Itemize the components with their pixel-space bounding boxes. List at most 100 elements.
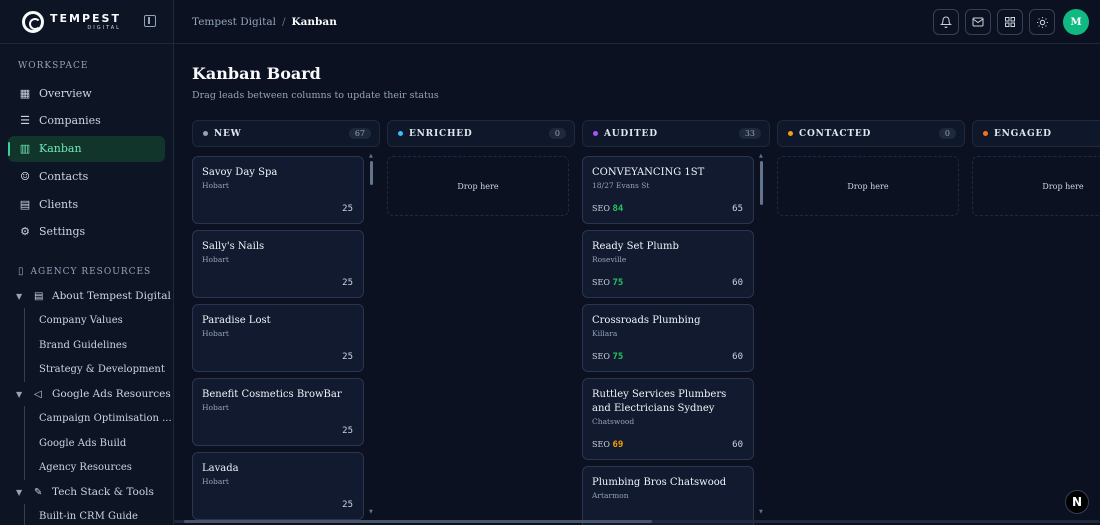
status-dot-icon: [983, 131, 988, 136]
topbar: Tempest Digital / Kanban M: [174, 0, 1100, 44]
card-score: 25: [342, 500, 353, 510]
lead-card[interactable]: Ready Set Plumb Roseville SEO 75 60: [582, 230, 754, 298]
card-location: Hobart: [202, 403, 229, 412]
tree-label: Tech Stack & Tools: [52, 486, 154, 499]
card-name: Sally's Nails: [202, 241, 265, 252]
card-name: CONVEYANCING 1ST: [592, 167, 705, 178]
sidebar-item-settings[interactable]: ⚙ Settings: [8, 219, 165, 245]
scroll-thumb[interactable]: [184, 520, 652, 523]
column-title: ENGAGED: [994, 128, 1052, 139]
card-location: Hobart: [202, 477, 229, 486]
lead-card[interactable]: Ruttley Services Plumbers and Electricia…: [582, 378, 754, 460]
board-horizontal-scrollbar[interactable]: [174, 520, 1100, 523]
sidebar-item-label: Settings: [39, 225, 86, 239]
column-title: AUDITED: [604, 128, 658, 139]
tree-child[interactable]: Google Ads Build: [24, 430, 173, 456]
tree-tech[interactable]: ▼ ✎ Tech Stack & Tools: [0, 480, 173, 505]
drop-zone[interactable]: Drop here: [387, 156, 569, 216]
breadcrumb-separator: /: [281, 15, 286, 28]
sidebar-collapse-icon[interactable]: [144, 15, 156, 27]
scroll-down-icon[interactable]: ▼: [759, 509, 763, 515]
column-header: AUDITED 33: [582, 120, 770, 147]
sidebar-item-label: Clients: [39, 197, 79, 211]
column-body[interactable]: CONVEYANCING 1ST 18/27 Evans St SEO 84 6…: [582, 153, 770, 525]
breadcrumb-current: Kanban: [291, 15, 337, 28]
column-body[interactable]: Drop here: [972, 156, 1100, 516]
tree-child[interactable]: Company Values: [24, 308, 173, 333]
mail-icon[interactable]: [965, 9, 991, 35]
tempest-logo-icon: [22, 10, 44, 33]
card-name: Ruttley Services Plumbers and Electricia…: [592, 389, 727, 414]
lead-card[interactable]: Sally's Nails Hobart 25: [192, 230, 364, 298]
drop-zone[interactable]: Drop here: [777, 156, 959, 216]
book-icon: ▯: [18, 266, 25, 278]
scroll-down-icon[interactable]: ▼: [369, 509, 373, 515]
card-name: Savoy Day Spa: [202, 167, 278, 178]
sidebar-item-companies[interactable]: ☰ Companies: [8, 108, 165, 134]
drop-zone[interactable]: Drop here: [972, 156, 1100, 216]
lead-card[interactable]: Plumbing Bros Chatswood Artarmon: [582, 466, 754, 525]
tree-child[interactable]: Built-in CRM Guide: [24, 504, 173, 525]
megaphone-icon: ◁: [34, 388, 42, 400]
column-title: ENRICHED: [409, 128, 473, 139]
tree-child[interactable]: Brand Guidelines: [24, 332, 173, 358]
brand[interactable]: TEMPEST DIGITAL: [0, 0, 173, 44]
lead-card[interactable]: Savoy Day Spa Hobart 25: [192, 156, 364, 224]
column-count: 33: [738, 128, 761, 139]
sidebar-item-contacts[interactable]: ☺ Contacts: [8, 163, 165, 189]
scroll-thumb[interactable]: [760, 161, 763, 205]
column-body[interactable]: Drop here: [777, 156, 965, 516]
card-score: 65: [732, 204, 743, 214]
sidebar-item-clients[interactable]: ▤ Clients: [8, 191, 165, 217]
column-body[interactable]: Savoy Day Spa Hobart 25 Sally's Nails Ho…: [192, 153, 380, 520]
chevron-down-icon: ▼: [16, 389, 23, 399]
breadcrumb-parent[interactable]: Tempest Digital: [192, 16, 276, 28]
bell-icon[interactable]: [933, 9, 959, 35]
seo-score: SEO 75: [592, 352, 623, 362]
sidebar-item-label: Contacts: [39, 169, 89, 183]
tree-child[interactable]: Strategy & Development: [24, 357, 173, 382]
tree-about[interactable]: ▼ ▤ About Tempest Digital: [0, 284, 173, 309]
tree-google[interactable]: ▼ ◁ Google Ads Resources: [0, 382, 173, 407]
lead-card[interactable]: Benefit Cosmetics BrowBar Hobart 25: [192, 378, 364, 446]
brand-name: TEMPEST: [50, 11, 121, 25]
scroll-up-icon[interactable]: ▲: [369, 153, 373, 159]
building-icon: ▤: [34, 290, 44, 302]
column-contacted: CONTACTED 0 Drop here: [777, 120, 965, 516]
nextjs-badge-icon[interactable]: N: [1065, 490, 1089, 514]
lead-card[interactable]: Paradise Lost Hobart 25: [192, 304, 364, 372]
tree-label: Google Ads Resources: [52, 388, 171, 401]
sidebar-item-label: Kanban: [39, 142, 82, 156]
tree-child[interactable]: Campaign Optimisation ...: [24, 406, 173, 431]
column-scrollbar[interactable]: ▲ ▼: [369, 153, 374, 515]
column-body[interactable]: Drop here: [387, 156, 575, 516]
sidebar-item-overview[interactable]: ▦ Overview: [8, 80, 165, 106]
lead-card[interactable]: Crossroads Plumbing Killara SEO 75 60: [582, 304, 754, 372]
column-scrollbar[interactable]: ▲ ▼: [759, 153, 764, 515]
column-count: 67: [348, 128, 371, 139]
seo-value: 75: [612, 352, 624, 362]
card-name: Lavada: [202, 463, 239, 474]
column-title: CONTACTED: [799, 128, 872, 139]
tree-child[interactable]: Agency Resources: [24, 455, 173, 480]
sidebar-item-kanban[interactable]: ▥ Kanban: [8, 135, 165, 162]
seo-value: 69: [612, 440, 624, 450]
top-actions: M: [933, 9, 1089, 35]
column-header: NEW 67: [192, 120, 380, 147]
card-location: Chatswood: [592, 417, 635, 426]
lead-card[interactable]: Lavada Hobart 25: [192, 452, 364, 520]
avatar[interactable]: M: [1063, 9, 1089, 35]
main-content: Kanban Board Drag leads between columns …: [174, 44, 1100, 525]
lead-card[interactable]: CONVEYANCING 1ST 18/27 Evans St SEO 84 6…: [582, 156, 754, 224]
apps-grid-icon[interactable]: [997, 9, 1023, 35]
workspace-label: WORKSPACE: [18, 61, 89, 71]
status-dot-icon: [398, 131, 403, 136]
scroll-thumb[interactable]: [370, 161, 373, 185]
page-subtitle: Drag leads between columns to update the…: [192, 90, 439, 101]
card-score: 25: [342, 426, 353, 436]
seo-label: SEO: [592, 278, 610, 287]
card-location: Hobart: [202, 255, 229, 264]
scroll-up-icon[interactable]: ▲: [759, 153, 763, 159]
agency-resources-header[interactable]: ▯ AGENCY RESOURCES: [0, 260, 173, 284]
sun-icon[interactable]: [1029, 9, 1055, 35]
